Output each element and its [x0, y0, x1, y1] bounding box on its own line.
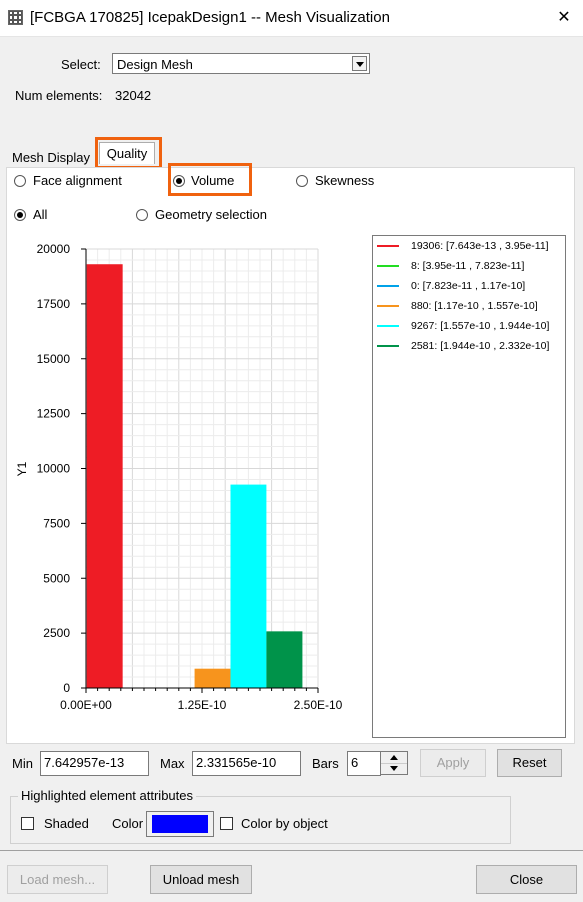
histogram-bar-4 — [230, 484, 267, 688]
min-input[interactable]: 7.642957e-13 — [40, 751, 149, 776]
color-by-object-checkbox[interactable] — [220, 817, 233, 830]
load-mesh-button[interactable]: Load mesh... — [7, 865, 108, 894]
y-tick-label: 15000 — [37, 352, 71, 366]
tab-mesh-display[interactable]: Mesh Display — [12, 150, 90, 165]
legend-swatch — [377, 325, 399, 327]
radio-geometry-selection[interactable] — [136, 209, 148, 221]
legend-swatch — [377, 265, 399, 267]
y-tick-label: 10000 — [37, 462, 71, 476]
max-label: Max — [160, 756, 185, 771]
legend-entry-4: 9267: [1.557e-10 , 1.944e-10] — [377, 318, 549, 334]
face-alignment-label: Face alignment — [33, 173, 122, 188]
spin-down-icon[interactable] — [381, 763, 407, 774]
legend-label: 2581: [1.944e-10 , 2.332e-10] — [411, 340, 550, 352]
x-tick-label: 1.25E-10 — [178, 698, 227, 712]
select-label: Select: — [61, 57, 101, 72]
color-picker-button[interactable] — [146, 811, 214, 837]
y-tick-label: 12500 — [37, 407, 71, 421]
y-tick-label: 20000 — [37, 242, 71, 256]
highlight-attributes-title: Highlighted element attributes — [18, 788, 196, 803]
legend-label: 9267: [1.557e-10 , 1.944e-10] — [411, 320, 550, 332]
legend-swatch — [377, 285, 399, 287]
legend-entry-0: 19306: [7.643e-13 , 3.95e-11] — [377, 238, 549, 254]
y-tick-label: 0 — [63, 681, 70, 695]
legend-label: 0: [7.823e-11 , 1.17e-10] — [411, 280, 526, 292]
y-axis-label: Y1 — [15, 461, 29, 476]
all-label: All — [33, 207, 48, 222]
color-swatch — [152, 815, 208, 833]
shaded-label: Shaded — [44, 816, 89, 831]
app-grid-icon — [8, 10, 23, 25]
reset-button[interactable]: Reset — [497, 749, 562, 777]
legend-swatch — [377, 245, 399, 247]
legend-label: 880: [1.17e-10 , 1.557e-10] — [411, 300, 538, 312]
legend-entry-5: 2581: [1.944e-10 , 2.332e-10] — [377, 338, 549, 354]
color-label: Color — [112, 816, 144, 831]
bars-spinner[interactable] — [380, 751, 408, 775]
y-tick-label: 17500 — [37, 297, 71, 311]
footer-separator — [0, 850, 583, 851]
legend-entry-2: 0: [7.823e-11 , 1.17e-10] — [377, 278, 525, 294]
shaded-checkbox[interactable] — [21, 817, 34, 830]
x-tick-label: 2.50E-10 — [294, 698, 343, 712]
legend-label: 8: [3.95e-11 , 7.823e-11] — [411, 260, 525, 272]
num-elements-label: Num elements: — [15, 88, 103, 103]
volume-highlight — [168, 163, 252, 196]
histogram-bar-0 — [86, 264, 123, 688]
chevron-down-icon[interactable] — [352, 56, 367, 71]
y-tick-label: 2500 — [43, 626, 70, 640]
legend-entry-3: 880: [1.17e-10 , 1.557e-10] — [377, 298, 538, 314]
legend-swatch — [377, 305, 399, 307]
chart-legend: 19306: [7.643e-13 , 3.95e-11] 8: [3.95e-1… — [372, 235, 566, 738]
legend-swatch — [377, 345, 399, 347]
radio-all[interactable] — [14, 209, 26, 221]
legend-entry-1: 8: [3.95e-11 , 7.823e-11] — [377, 258, 524, 274]
tab-quality-highlight — [95, 137, 162, 169]
skewness-label: Skewness — [315, 173, 375, 188]
volume-histogram-chart: 0 2500 5000 7500 10000 12500 15000 17500 20000 0.… — [7, 235, 369, 737]
geometry-selection-label: Geometry selection — [155, 207, 267, 222]
bars-input[interactable]: 6 — [347, 751, 381, 776]
mesh-select-value: Design Mesh — [117, 57, 193, 72]
unload-mesh-button[interactable]: Unload mesh — [150, 865, 252, 894]
apply-button[interactable]: Apply — [420, 749, 486, 777]
close-button[interactable]: Close — [476, 865, 577, 894]
x-tick-label: 0.00E+00 — [60, 698, 112, 712]
color-by-object-label: Color by object — [241, 816, 328, 831]
close-window-icon[interactable]: ✕ — [552, 6, 576, 30]
histogram-bar-5 — [266, 631, 303, 688]
radio-face-alignment[interactable] — [14, 175, 26, 187]
num-elements-value: 32042 — [115, 88, 152, 103]
radio-skewness[interactable] — [296, 175, 308, 187]
min-label: Min — [12, 756, 33, 771]
max-input[interactable]: 2.331565e-10 — [192, 751, 301, 776]
y-tick-label: 7500 — [43, 516, 70, 530]
window-title: [FCBGA 170825] IcepakDesign1 -- Mesh Vis… — [30, 9, 390, 26]
bars-label: Bars — [312, 756, 339, 771]
legend-label: 19306: [7.643e-13 , 3.95e-11] — [411, 240, 549, 252]
histogram-bar-3 — [194, 668, 231, 688]
mesh-select-dropdown[interactable]: Design Mesh — [112, 53, 370, 74]
y-tick-label: 5000 — [43, 571, 70, 585]
